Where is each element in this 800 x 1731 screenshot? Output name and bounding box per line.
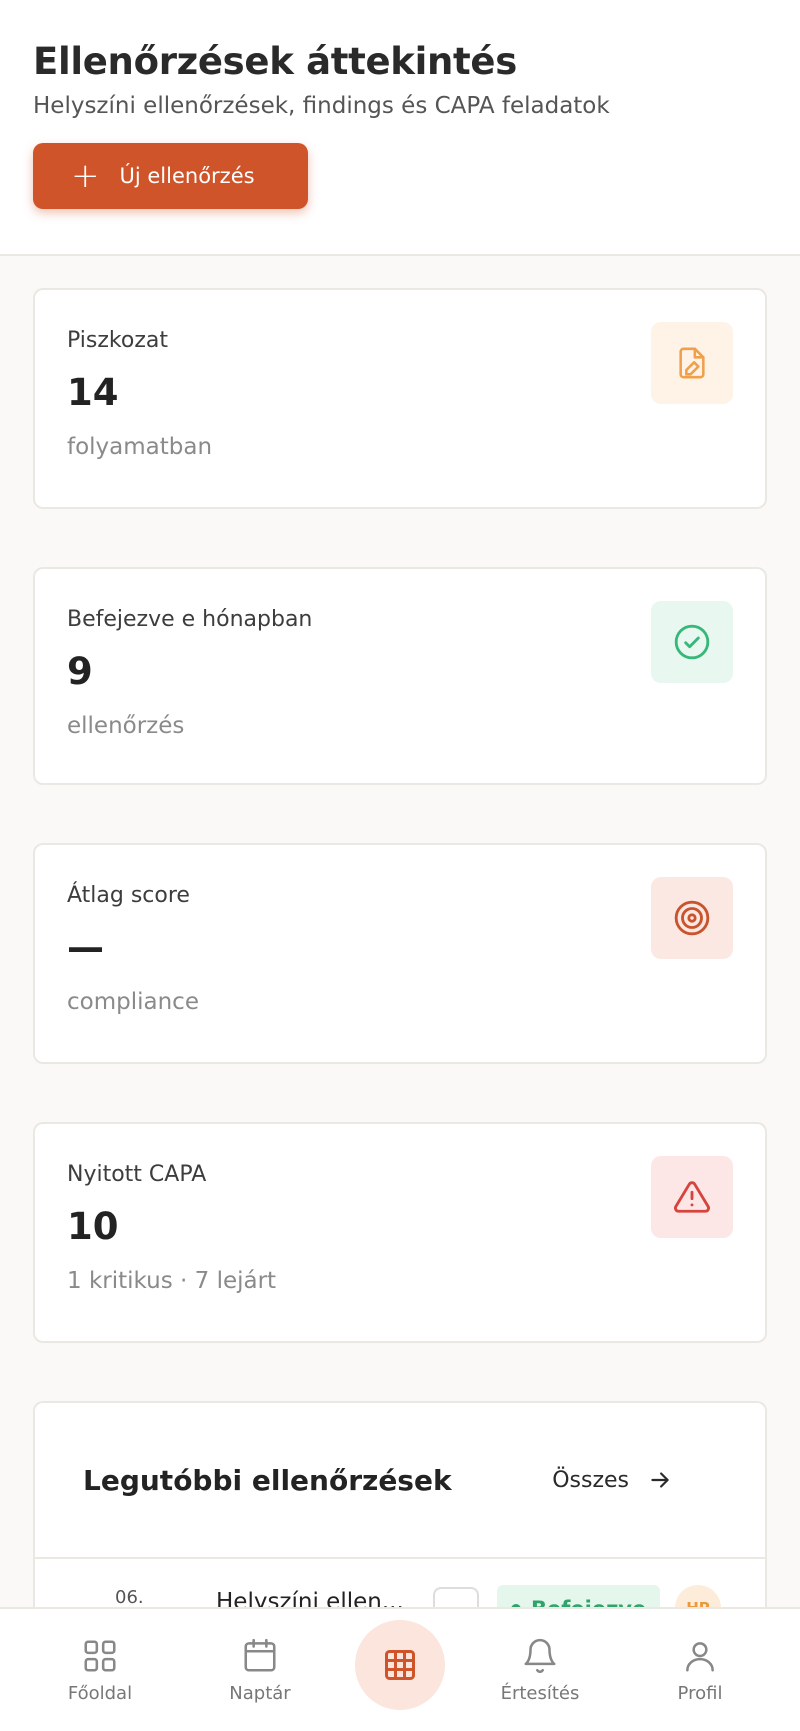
- table-grid-icon: [385, 1650, 415, 1680]
- alert-triangle-icon: [651, 1156, 733, 1238]
- bell-icon: [524, 1638, 556, 1673]
- recent-inspections-header: Legutóbbi ellenőrzések Összes: [35, 1403, 765, 1559]
- nav-item-calendar[interactable]: Naptár: [195, 1637, 325, 1704]
- nav-item-profile[interactable]: Profil: [635, 1637, 765, 1704]
- nav-label-calendar: Naptár: [229, 1682, 291, 1704]
- calendar-icon: [244, 1638, 276, 1672]
- stat-value: 10: [67, 1205, 119, 1248]
- arrow-right-icon: [651, 1472, 669, 1488]
- main-content: Piszkozat 14 folyamatban Befejezve e hón…: [0, 256, 800, 1631]
- stat-label: Piszkozat: [67, 328, 168, 353]
- nav-label-notifications: Értesítés: [500, 1682, 580, 1704]
- stat-label: Nyitott CAPA: [67, 1162, 207, 1187]
- stat-card-capa[interactable]: Nyitott CAPA 10 1 kritikus · 7 lejárt: [33, 1122, 767, 1343]
- stat-label: Befejezve e hónapban: [67, 607, 313, 632]
- inspections-center-button[interactable]: [355, 1620, 445, 1710]
- plus-icon: +: [71, 156, 100, 196]
- stat-card-score[interactable]: Átlag score — compliance: [33, 843, 767, 1064]
- grid-icon: [84, 1639, 116, 1672]
- stat-label: Átlag score: [67, 883, 190, 908]
- target-icon: [651, 877, 733, 959]
- stat-note: ellenőrzés: [67, 713, 185, 739]
- recent-inspections-title: Legutóbbi ellenőrzések: [83, 1463, 452, 1497]
- stat-value: —: [67, 926, 104, 969]
- nav-item-notifications[interactable]: Értesítés: [475, 1637, 605, 1704]
- stat-note: 1 kritikus · 7 lejárt: [67, 1268, 277, 1294]
- new-inspection-label: Új ellenőrzés: [119, 164, 255, 188]
- stat-card-completed[interactable]: Befejezve e hónapban 9 ellenőrzés: [33, 567, 767, 785]
- stat-note: folyamatban: [67, 434, 213, 460]
- view-all-label: Összes: [552, 1467, 629, 1493]
- stat-value: 14: [67, 371, 119, 414]
- row-date: 06.: [115, 1587, 144, 1608]
- file-edit-icon: [651, 322, 733, 404]
- page-subtitle: Helyszíni ellenőrzések, findings és CAPA…: [33, 93, 610, 119]
- bottom-navigation: Főoldal Naptár Értesítés Profil: [0, 1607, 800, 1731]
- new-inspection-button[interactable]: + Új ellenőrzés: [33, 143, 308, 209]
- nav-label-profile: Profil: [677, 1682, 723, 1704]
- stat-card-draft[interactable]: Piszkozat 14 folyamatban: [33, 288, 767, 509]
- user-icon: [686, 1641, 714, 1672]
- page-title: Ellenőrzések áttekintés: [33, 40, 517, 83]
- stat-value: 9: [67, 650, 93, 693]
- recent-inspections-card: Legutóbbi ellenőrzések Összes 06. Helysz…: [33, 1401, 767, 1631]
- check-circle-icon: [651, 601, 733, 683]
- view-all-link[interactable]: Összes: [552, 1467, 673, 1493]
- nav-label-home: Főoldal: [67, 1682, 133, 1704]
- nav-item-home[interactable]: Főoldal: [35, 1637, 165, 1704]
- stat-note: compliance: [67, 989, 199, 1015]
- page-header: Ellenőrzések áttekintés Helyszíni ellenő…: [0, 0, 800, 256]
